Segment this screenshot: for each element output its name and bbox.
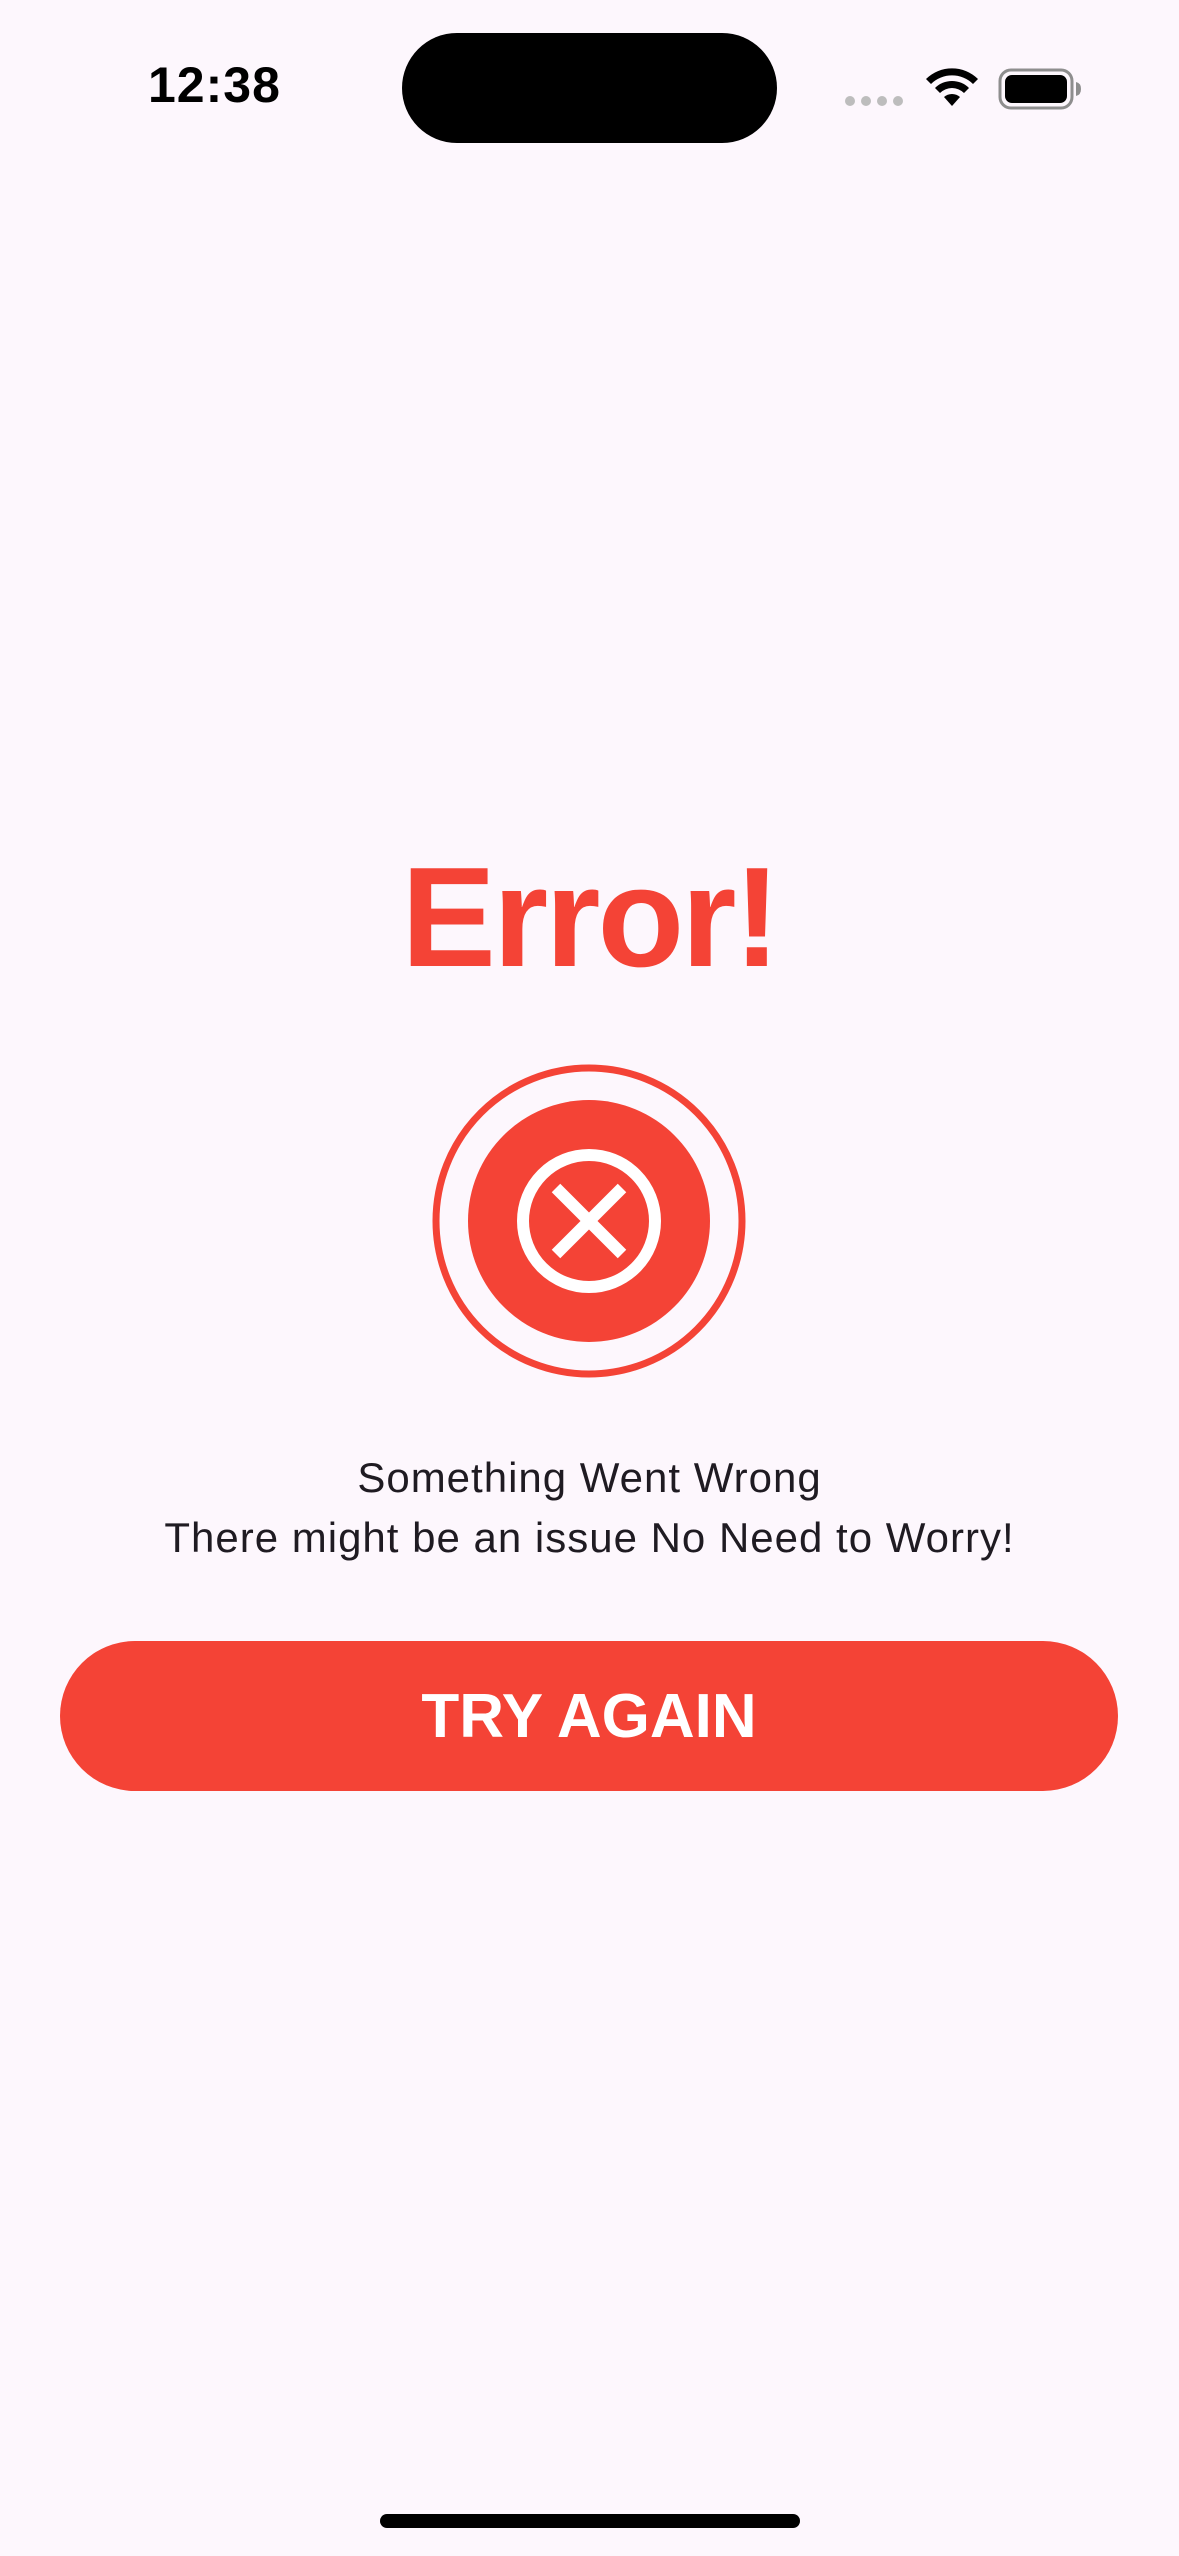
home-indicator[interactable]: [380, 2514, 800, 2528]
try-again-button[interactable]: TRY AGAIN: [60, 1641, 1118, 1791]
wifi-icon: [926, 68, 978, 106]
signal-dots-icon: [845, 96, 903, 106]
dynamic-island: [402, 33, 777, 143]
message-line-2: There might be an issue No Need to Worry…: [164, 1514, 1015, 1561]
message-line-1: Something Went Wrong: [357, 1454, 822, 1501]
x-circle-icon: [432, 1064, 746, 1378]
status-time: 12:38: [148, 57, 281, 113]
error-message: Something Went Wrong There might be an i…: [0, 1448, 1179, 1568]
error-title: Error!: [401, 838, 781, 997]
battery-icon: [998, 68, 1081, 110]
status-icons: [840, 60, 1090, 115]
